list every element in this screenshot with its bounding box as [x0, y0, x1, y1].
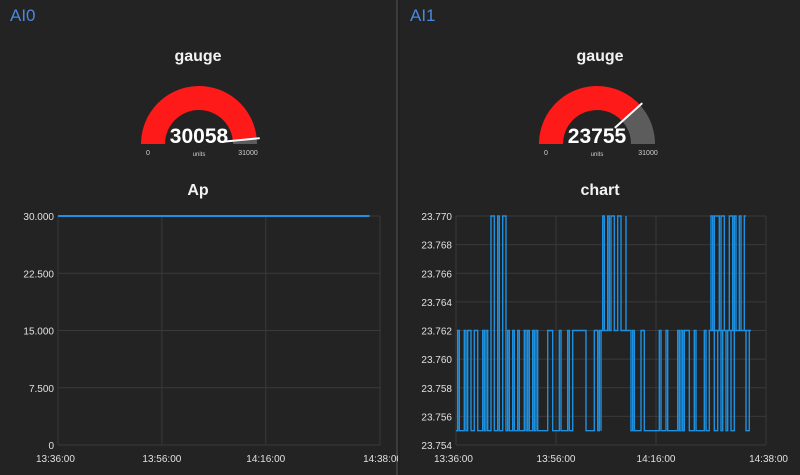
group-ai1: AI1 gauge 23755 units 0 31000 chart 23.7…	[400, 0, 800, 475]
x-tick-label: 14:38:00	[749, 454, 788, 465]
x-tick-label: 13:56:00	[142, 454, 181, 465]
gauge-units: units	[193, 152, 206, 158]
gauge-value: 23755	[568, 125, 627, 148]
x-tick-label: 13:36:00	[36, 454, 75, 465]
x-tick-label: 14:16:00	[637, 454, 676, 465]
gauge-title: gauge	[576, 48, 624, 65]
y-tick-label: 23.770	[421, 212, 452, 223]
group-title: AI1	[410, 6, 436, 25]
chart-title: chart	[580, 182, 620, 199]
y-tick-label: 23.754	[421, 441, 452, 452]
gauge: 23755 units 0 31000	[539, 86, 658, 158]
y-tick-label: 22.500	[23, 269, 54, 280]
gauge: 30058 units 0 31000	[141, 86, 260, 158]
y-tick-label: 23.762	[421, 327, 452, 338]
y-tick-label: 7.500	[29, 384, 54, 395]
y-tick-label: 23.758	[421, 384, 452, 395]
gauge-max: 31000	[638, 150, 658, 157]
x-tick-label: 13:56:00	[537, 454, 576, 465]
y-tick-label: 23.760	[421, 355, 452, 366]
gauge-value: 30058	[170, 125, 229, 148]
gauge-max: 31000	[238, 150, 258, 157]
y-tick-label: 23.764	[421, 298, 452, 309]
x-tick-label: 13:36:00	[434, 454, 473, 465]
dashboard: AI0 gauge 30058 units 0 31000 Ap 30.000 2…	[0, 0, 800, 475]
group-ai0: AI0 gauge 30058 units 0 31000 Ap 30.000 2…	[0, 0, 398, 475]
series-line	[456, 215, 751, 432]
x-tick-label: 14:16:00	[246, 454, 285, 465]
x-tick-label: 14:38:00	[363, 454, 398, 465]
gauge-min: 0	[146, 150, 150, 157]
gauge-title: gauge	[174, 48, 222, 65]
y-tick-label: 15.000	[23, 327, 54, 338]
y-tick-label: 23.756	[421, 412, 452, 423]
gauge-min: 0	[544, 150, 548, 157]
chart-ai1: 23.770 23.768 23.766 23.764 23.762 23.760 23.7…	[421, 212, 788, 465]
chart-ap: 30.000 22.500 15.000 7.500 0 13:36:00 13:56:00…	[23, 212, 398, 465]
chart-title: Ap	[187, 182, 209, 199]
group-title: AI0	[10, 6, 36, 25]
gauge-units: units	[591, 152, 604, 158]
y-tick-label: 0	[48, 441, 54, 452]
y-tick-label: 30.000	[23, 212, 54, 223]
y-tick-label: 23.766	[421, 269, 452, 280]
y-tick-label: 23.768	[421, 241, 452, 252]
